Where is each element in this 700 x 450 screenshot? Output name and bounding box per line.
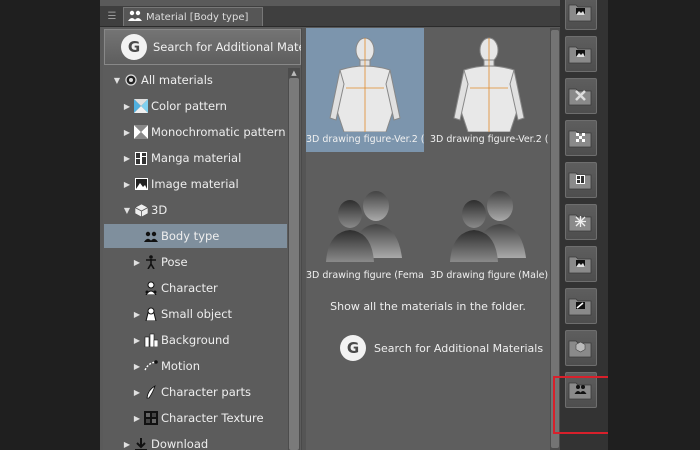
figure-thumbnail — [306, 28, 424, 133]
tab-material-body-type[interactable]: Material [Body type] — [123, 7, 263, 26]
material-label: 3D drawing figure-Ver.2 (Female) — [430, 134, 548, 145]
background-icon — [144, 333, 158, 347]
folder-checker-icon[interactable] — [565, 120, 597, 156]
tree-item-label: Character Texture — [161, 411, 264, 425]
folder-edit-icon[interactable] — [565, 288, 597, 324]
tree-item-label: Body type — [161, 229, 220, 243]
material-label: 3D drawing figure (Female) — [306, 270, 424, 281]
highlight-box — [553, 376, 610, 434]
material-item[interactable]: 3D drawing figure (Male) — [430, 164, 548, 288]
material-item[interactable]: 3D drawing figure (Female) — [306, 164, 424, 288]
tree-item-label: All materials — [141, 73, 213, 87]
search-logo-icon: G — [340, 335, 366, 361]
collapsed-arrow-icon[interactable]: ▶ — [122, 180, 132, 189]
tree-item-color-pattern[interactable]: ▶ Color pattern — [104, 94, 287, 118]
tab-label: Material [Body type] — [146, 11, 249, 23]
folder-image-icon[interactable] — [565, 0, 597, 30]
tree-item-background[interactable]: ▶ Background — [104, 328, 287, 352]
folder-monochrome-icon[interactable] — [565, 204, 597, 240]
character-parts-icon — [144, 385, 158, 399]
panel-menu-icon[interactable]: ☰ — [104, 8, 120, 24]
tree-item-small-object[interactable]: ▶ Small object — [104, 302, 287, 326]
tree-item-label: Image material — [151, 177, 239, 191]
tree-item-pose[interactable]: ▶ Pose — [104, 250, 287, 274]
tree-item-all-materials[interactable]: ▼ All materials — [104, 68, 287, 92]
collapsed-arrow-icon[interactable]: ▶ — [122, 102, 132, 111]
collapsed-arrow-icon[interactable]: ▶ — [132, 336, 142, 345]
silhouette-thumbnail — [430, 164, 548, 268]
folder-image-icon[interactable] — [565, 246, 597, 282]
tree-item-label: Background — [161, 333, 230, 347]
folder-manga-icon[interactable] — [565, 162, 597, 198]
image-material-icon — [134, 177, 148, 191]
tree-item-label: Pose — [161, 255, 188, 269]
collapsed-arrow-icon[interactable]: ▶ — [132, 362, 142, 371]
small-object-icon — [144, 307, 158, 321]
expanded-arrow-icon[interactable]: ▼ — [122, 206, 132, 215]
figure-thumbnail — [430, 28, 548, 133]
tree-item-3d[interactable]: ▼ 3D — [104, 198, 287, 222]
search-logo-icon: G — [121, 34, 147, 60]
tree-item-label: Motion — [161, 359, 200, 373]
collapsed-arrow-icon[interactable]: ▶ — [132, 414, 142, 423]
tree-item-manga-material[interactable]: ▶ Manga material — [104, 146, 287, 170]
tree-item-monochromatic-pattern[interactable]: ▶ Monochromatic pattern — [104, 120, 287, 144]
tree-item-label: Character — [161, 281, 218, 295]
content-search-additional-materials-button[interactable]: G Search for Additional Materials — [340, 334, 544, 362]
tree-scroll-up-arrow[interactable]: ▲ — [288, 68, 300, 78]
manga-material-icon — [134, 151, 148, 165]
character-texture-icon — [144, 411, 158, 425]
material-tree: ▼ All materials ▶ Color pattern ▶ Monochromat… — [104, 68, 287, 450]
cube-icon — [134, 203, 148, 217]
collapsed-arrow-icon[interactable]: ▶ — [132, 310, 142, 319]
left-background — [0, 0, 100, 450]
tree-item-character-texture[interactable]: ▶ Character Texture — [104, 406, 287, 430]
collapsed-arrow-icon[interactable]: ▶ — [122, 128, 132, 137]
globe-icon — [124, 73, 138, 87]
material-item[interactable]: 3D drawing figure-Ver.2 (Female) — [430, 28, 548, 152]
tree-item-label: Small object — [161, 307, 233, 321]
character-icon — [144, 281, 158, 295]
motion-icon — [144, 359, 158, 373]
right-background — [608, 0, 700, 450]
tree-item-character-parts[interactable]: ▶ Character parts — [104, 380, 287, 404]
body-type-icon — [128, 10, 142, 25]
collapsed-arrow-icon[interactable]: ▶ — [132, 388, 142, 397]
pose-icon — [144, 255, 158, 269]
tree-item-download[interactable]: ▶ Download — [104, 432, 287, 450]
monochrome-pattern-icon — [134, 125, 148, 139]
folder-pattern-icon[interactable] — [565, 78, 597, 114]
material-grid: 3D drawing figure-Ver.2 (Male) 3D drawing… — [306, 28, 550, 288]
tree-item-label: Color pattern — [151, 99, 227, 113]
material-label: 3D drawing figure (Male) — [430, 270, 548, 281]
tree-item-character[interactable]: Character — [104, 276, 287, 300]
tree-item-label: 3D — [151, 203, 168, 217]
collapsed-arrow-icon[interactable]: ▶ — [122, 440, 132, 449]
tree-item-label: Download — [151, 437, 209, 450]
search-additional-materials-button[interactable]: G Search for Additional Materials — [104, 29, 330, 65]
silhouette-thumbnail — [306, 164, 424, 268]
tree-item-body-type[interactable]: Body type — [104, 224, 287, 248]
collapsed-arrow-icon[interactable]: ▶ — [132, 258, 142, 267]
material-item[interactable]: 3D drawing figure-Ver.2 (Male) — [306, 28, 424, 152]
tree-item-label: Manga material — [151, 151, 242, 165]
expanded-arrow-icon[interactable]: ▼ — [112, 76, 122, 85]
download-icon — [134, 437, 148, 450]
tree-item-image-material[interactable]: ▶ Image material — [104, 172, 287, 196]
tree-item-motion[interactable]: ▶ Motion — [104, 354, 287, 378]
body-type-icon — [144, 229, 158, 243]
material-label: 3D drawing figure-Ver.2 (Male) — [306, 134, 424, 145]
content-search-button-label: Search for Additional Materials — [374, 341, 544, 355]
tree-item-label: Character parts — [161, 385, 252, 399]
collapsed-arrow-icon[interactable]: ▶ — [122, 154, 132, 163]
folder-3d-icon[interactable] — [565, 330, 597, 366]
color-pattern-icon — [134, 99, 148, 113]
tree-item-label: Monochromatic pattern — [151, 125, 286, 139]
tree-scrollbar-thumb[interactable] — [289, 78, 299, 450]
folder-image-icon[interactable] — [565, 36, 597, 72]
show-all-materials-text: Show all the materials in the folder. — [330, 300, 526, 313]
